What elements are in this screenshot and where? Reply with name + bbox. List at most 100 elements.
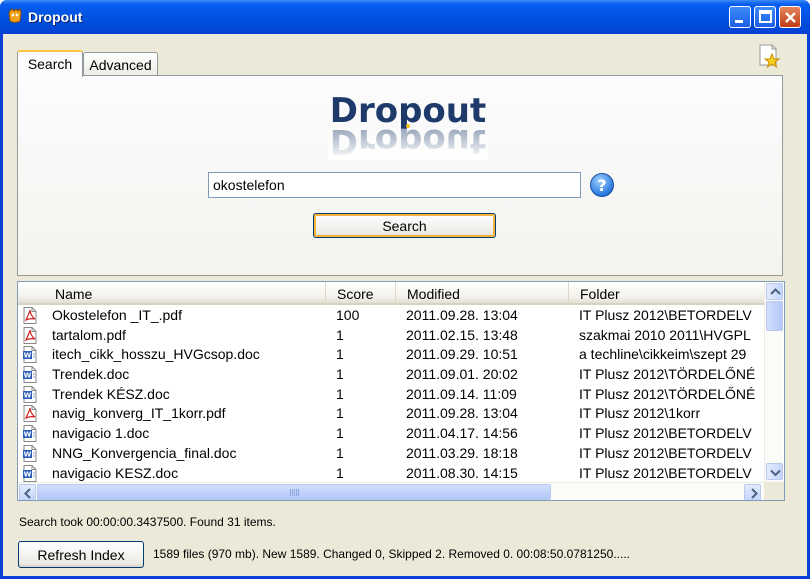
file-modified: 2011.02.15. 13:48 <box>406 326 518 343</box>
file-score: 1 <box>336 385 344 402</box>
file-name: NNG_Konvergencia_final.doc <box>52 444 237 461</box>
file-modified: 2011.09.29. 10:51 <box>406 346 518 363</box>
file-folder: IT Plusz 2012\BETORDELV <box>579 425 752 442</box>
results-list: Name Score Modified Folder Okostelefon _… <box>17 281 785 501</box>
column-header-folder[interactable]: Folder <box>569 282 766 304</box>
index-status: 1589 files (970 mb). New 1589. Changed 0… <box>153 547 630 561</box>
file-modified: 2011.09.28. 13:04 <box>406 307 518 323</box>
file-name: navig_konverg_IT_1korr.pdf <box>52 405 226 422</box>
file-folder: IT Plusz 2012\1korr <box>579 405 701 422</box>
vertical-scrollbar[interactable] <box>764 282 783 482</box>
table-row[interactable]: Wnavigacio 1.doc 1 2011.04.17. 14:56 IT Plu… <box>18 424 762 444</box>
file-modified: 2011.08.30. 14:15 <box>406 464 518 481</box>
scroll-right-button[interactable] <box>744 484 761 500</box>
doc-icon: W <box>22 346 38 364</box>
search-button[interactable]: Search <box>313 213 496 238</box>
file-score: 1 <box>336 346 344 363</box>
file-name: navigacio 1.doc <box>52 425 150 442</box>
file-name: itech_cikk_hosszu_HVGcsop.doc <box>52 346 260 363</box>
file-score: 1 <box>336 405 344 422</box>
file-modified: 2011.03.29. 18:18 <box>406 444 518 461</box>
file-folder: IT Plusz 2012\BETORDELV <box>579 444 752 461</box>
minimize-icon <box>735 20 743 23</box>
maximize-icon <box>759 10 772 23</box>
file-name: Trendek.doc <box>52 366 130 383</box>
table-row[interactable]: Wnavigacio KESZ.doc 1 2011.08.30. 14:15 IT … <box>18 464 762 483</box>
svg-text:W: W <box>24 470 32 478</box>
doc-icon: W <box>22 385 38 403</box>
search-tab-panel: Dropout Dropout ? Search <box>17 75 783 276</box>
table-row[interactable]: Witech_cikk_hosszu_HVGcsop.doc 1 2011.09.2… <box>18 345 762 365</box>
svg-text:?: ? <box>597 176 606 195</box>
search-status: Search took 00:00:00.3437500. Found 31 i… <box>19 515 276 529</box>
chevron-right-icon <box>751 488 758 499</box>
horizontal-scroll-thumb[interactable] <box>37 484 551 500</box>
file-name: tartalom.pdf <box>52 326 126 343</box>
table-row[interactable]: tartalom.pdf 1 2011.02.15. 13:48 szakmai 20… <box>18 326 762 346</box>
table-row[interactable]: Okostelefon _IT_.pdf 100 2011.09.28. 13:04… <box>18 306 762 326</box>
file-folder: a techline\cikkeim\szept 29 <box>579 346 747 363</box>
favorites-star-icon[interactable] <box>757 43 781 69</box>
table-row[interactable]: navig_konverg_IT_1korr.pdf 1 2011.09.28. 1… <box>18 404 762 424</box>
pdf-icon <box>22 405 38 423</box>
vertical-scroll-thumb[interactable] <box>766 301 783 331</box>
window-title: Dropout <box>28 9 83 25</box>
chevron-down-icon <box>770 469 781 477</box>
pdf-icon <box>22 307 38 324</box>
svg-text:W: W <box>24 431 32 439</box>
minimize-button[interactable] <box>729 6 751 28</box>
file-name: navigacio KESZ.doc <box>52 464 179 481</box>
maximize-button[interactable] <box>754 6 776 28</box>
table-row[interactable]: W Trendek KÉSZ.doc 1 2011.09.14. 11:09 IT Pl… <box>18 385 762 405</box>
doc-icon: W <box>22 464 38 482</box>
file-score: 1 <box>336 326 344 343</box>
file-modified: 2011.09.28. 13:04 <box>406 405 518 422</box>
file-score: 1 <box>336 444 344 461</box>
close-button[interactable] <box>779 6 801 28</box>
column-header-name[interactable]: Name <box>18 282 326 304</box>
file-score: 1 <box>336 366 344 383</box>
chevron-left-icon <box>24 488 31 499</box>
horizontal-scrollbar[interactable] <box>18 482 764 500</box>
tab-search[interactable]: Search <box>17 50 83 77</box>
client-area: Search Advanced Dropout Dropout <box>3 34 807 576</box>
pdf-icon <box>22 326 38 344</box>
scroll-down-button[interactable] <box>766 463 783 480</box>
file-score: 1 <box>336 464 344 481</box>
chevron-up-icon <box>770 288 781 295</box>
close-icon <box>785 12 796 23</box>
tab-advanced[interactable]: Advanced <box>83 52 158 76</box>
scroll-left-button[interactable] <box>19 484 36 500</box>
title-bar[interactable]: Dropout <box>0 0 810 34</box>
svg-text:W: W <box>24 352 32 360</box>
table-row[interactable]: W Trendek.doc 1 2011.09.01. 20:02 IT Plusz 2… <box>18 365 762 385</box>
dropout-logo: Dropout Dropout <box>328 91 488 160</box>
file-score: 1 <box>336 425 344 442</box>
column-header-score[interactable]: Score <box>326 282 396 304</box>
file-score: 100 <box>336 307 360 323</box>
svg-text:W: W <box>24 372 32 380</box>
table-row[interactable]: W NNG_Konvergencia_final.doc 1 2011.03.29. … <box>18 444 762 464</box>
doc-icon: W <box>22 366 38 384</box>
refresh-index-button[interactable]: Refresh Index <box>18 541 144 568</box>
file-folder: IT Plusz 2012\BETORDELV <box>579 464 752 481</box>
app-icon <box>8 8 22 23</box>
scroll-up-button[interactable] <box>766 283 783 300</box>
search-input[interactable] <box>208 172 581 198</box>
file-modified: 2011.09.01. 20:02 <box>406 366 518 383</box>
results-rows: Okostelefon _IT_.pdf 100 2011.09.28. 13:04… <box>18 306 762 482</box>
file-folder: IT Plusz 2012\TÖRDELŐNÉ <box>579 366 756 383</box>
file-modified: 2011.04.17. 14:56 <box>406 425 518 442</box>
help-icon[interactable]: ? <box>589 172 615 198</box>
svg-text:W: W <box>24 450 32 458</box>
file-folder: szakmai 2010 2011\HVGPL <box>579 326 751 343</box>
column-header-modified[interactable]: Modified <box>396 282 569 304</box>
list-header: Name Score Modified Folder <box>18 282 766 305</box>
file-name: Okostelefon _IT_.pdf <box>52 307 182 323</box>
doc-icon: W <box>22 444 38 462</box>
app-window: Dropout Search Advanced Dropout okostele… <box>0 0 810 579</box>
file-name: Trendek KÉSZ.doc <box>52 385 170 402</box>
doc-icon: W <box>22 425 38 443</box>
file-modified: 2011.09.14. 11:09 <box>406 385 517 402</box>
file-folder: IT Plusz 2012\TÖRDELŐNÉ <box>579 385 756 402</box>
